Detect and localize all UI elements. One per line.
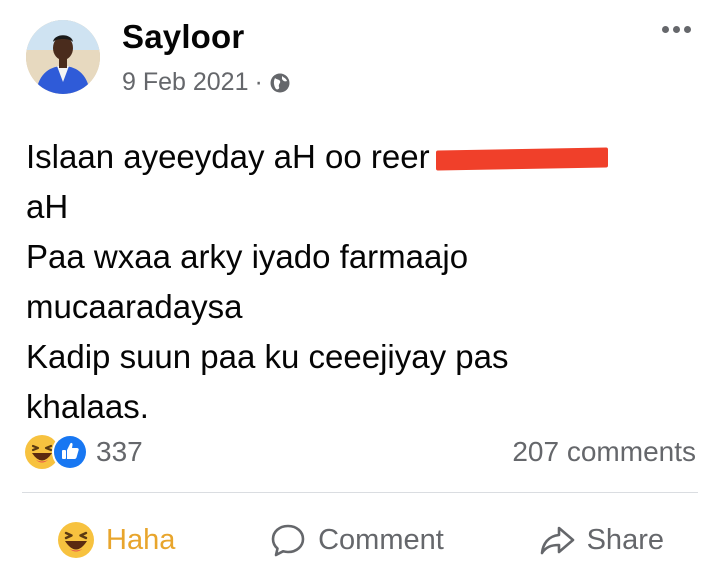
comment-icon [271,524,305,557]
post-header: Sayloor 9 Feb 2021 · [22,14,698,98]
haha-button[interactable]: Haha [22,508,209,572]
globe-icon [270,73,290,92]
haha-label: Haha [106,523,176,556]
post-text-line: khalaas. [26,388,149,425]
divider [22,492,698,493]
action-bar: Haha Comment Share [22,508,698,572]
author-name[interactable]: Sayloor [122,18,244,56]
comment-button[interactable]: Comment [234,508,478,572]
reaction-count: 337 [96,436,143,467]
post-text-line: mucaaradaysa [26,288,243,325]
share-button[interactable]: Share [503,508,698,572]
meta-separator: · [254,68,263,96]
reactions-summary[interactable]: 337 [24,434,143,470]
more-options-button[interactable] [654,14,698,44]
post-meta: 9 Feb 2021 · [122,68,291,97]
post-body: Islaan ayeeyday aH oo reer aH Paa wxaa a… [26,132,686,432]
post-text-line: Kadip suun paa ku ceeejiyay pas [26,338,509,375]
post-text-line: Islaan ayeeyday aH oo reer [26,132,686,182]
post-stats: 337 207 comments [24,432,696,472]
like-reaction-icon [52,434,88,470]
more-dot-icon [661,25,669,33]
haha-icon [58,522,94,558]
post-text-line: aH [26,188,69,225]
comment-label: Comment [318,523,444,556]
share-label: Share [586,523,664,556]
post-text-line: Paa wxaa arky iyado farmaajo [26,238,469,275]
more-dot-icon [672,25,680,33]
post-date[interactable]: 9 Feb 2021 [122,68,249,97]
share-icon [540,526,574,555]
avatar[interactable] [26,20,100,94]
more-dot-icon [683,25,691,33]
comments-count[interactable]: 207 comments [512,436,696,468]
post-text-segment: Islaan ayeeyday aH oo reer [26,138,430,175]
avatar-image [26,20,100,94]
redaction-mark [435,147,608,171]
